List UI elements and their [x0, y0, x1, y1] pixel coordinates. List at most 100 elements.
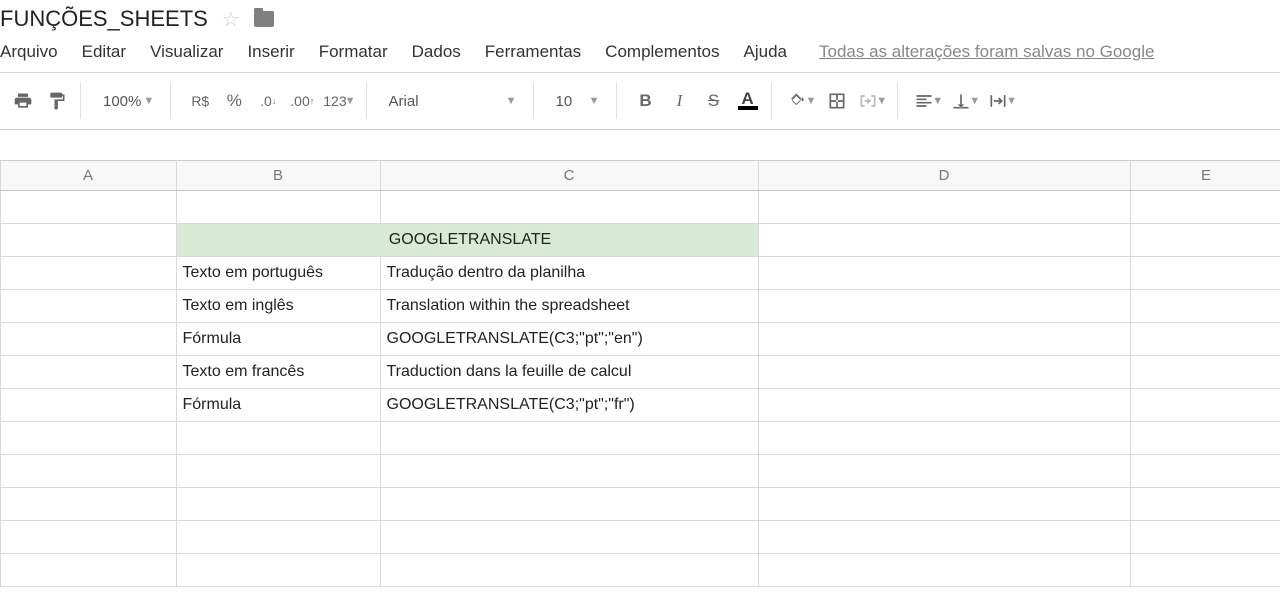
- merge-cells-button[interactable]: ▼: [858, 87, 887, 115]
- cell[interactable]: [758, 356, 1130, 389]
- cell[interactable]: [380, 191, 758, 224]
- cell[interactable]: Fórmula: [176, 389, 380, 422]
- cell[interactable]: Texto em português: [176, 257, 380, 290]
- cell[interactable]: [758, 389, 1130, 422]
- cell[interactable]: [1130, 554, 1280, 587]
- menu-formatar[interactable]: Formatar: [319, 42, 388, 62]
- cell[interactable]: [176, 191, 380, 224]
- cell[interactable]: [0, 356, 176, 389]
- cell[interactable]: [0, 257, 176, 290]
- cell[interactable]: [0, 488, 176, 521]
- cell[interactable]: Fórmula: [176, 323, 380, 356]
- menu-ajuda[interactable]: Ajuda: [744, 42, 787, 62]
- cell[interactable]: [380, 554, 758, 587]
- h-align-button[interactable]: ▼: [914, 87, 943, 115]
- col-header-a[interactable]: A: [0, 161, 176, 191]
- cell[interactable]: [0, 224, 176, 257]
- cell[interactable]: Traduction dans la feuille de calcul: [380, 356, 758, 389]
- cell[interactable]: [1130, 224, 1280, 257]
- cell[interactable]: [0, 290, 176, 323]
- cell[interactable]: [1130, 257, 1280, 290]
- star-icon[interactable]: ☆: [222, 7, 240, 32]
- fill-color-button[interactable]: ▼: [788, 87, 817, 115]
- cell[interactable]: [0, 389, 176, 422]
- cell[interactable]: Texto em inglês: [176, 290, 380, 323]
- cell[interactable]: [1130, 191, 1280, 224]
- cell[interactable]: [380, 488, 758, 521]
- cell[interactable]: [0, 554, 176, 587]
- doc-title[interactable]: FUNÇÕES_SHEETS: [0, 6, 208, 32]
- cell[interactable]: [0, 191, 176, 224]
- cell[interactable]: [380, 455, 758, 488]
- menu-ferramentas[interactable]: Ferramentas: [485, 42, 581, 62]
- cell[interactable]: Texto em francês: [176, 356, 380, 389]
- format-123-button[interactable]: 123 ▼: [323, 87, 355, 115]
- cell[interactable]: [758, 191, 1130, 224]
- cell[interactable]: [176, 455, 380, 488]
- cell[interactable]: [176, 488, 380, 521]
- col-header-c[interactable]: C: [380, 161, 758, 191]
- menu-complementos[interactable]: Complementos: [605, 42, 719, 62]
- col-header-b[interactable]: B: [176, 161, 380, 191]
- cell[interactable]: [758, 323, 1130, 356]
- cell[interactable]: [1130, 356, 1280, 389]
- col-header-e[interactable]: E: [1130, 161, 1280, 191]
- wrap-button[interactable]: ▼: [988, 87, 1017, 115]
- cell[interactable]: [1130, 455, 1280, 488]
- cell-merged-header[interactable]: GOOGLETRANSLATE: [176, 224, 758, 257]
- fontsize-select[interactable]: 10 ▼: [550, 93, 606, 110]
- cell[interactable]: [758, 257, 1130, 290]
- save-status[interactable]: Todas as alterações foram salvas no Goog…: [819, 42, 1154, 62]
- menu-visualizar[interactable]: Visualizar: [150, 42, 223, 62]
- percent-button[interactable]: %: [221, 87, 247, 115]
- menu-arquivo[interactable]: Arquivo: [0, 42, 58, 62]
- menu-inserir[interactable]: Inserir: [247, 42, 294, 62]
- borders-button[interactable]: [824, 87, 850, 115]
- bold-button[interactable]: B: [633, 87, 659, 115]
- strike-button[interactable]: S: [701, 87, 727, 115]
- col-header-d[interactable]: D: [758, 161, 1130, 191]
- text-color-button[interactable]: A: [735, 87, 761, 115]
- fontsize-value: 10: [556, 93, 573, 110]
- cell[interactable]: [758, 488, 1130, 521]
- cell[interactable]: [176, 422, 380, 455]
- folder-icon[interactable]: [254, 11, 274, 27]
- cell[interactable]: [0, 422, 176, 455]
- cell[interactable]: [1130, 521, 1280, 554]
- cell[interactable]: GOOGLETRANSLATE(C3;"pt";"fr"): [380, 389, 758, 422]
- currency-button[interactable]: R$: [187, 87, 213, 115]
- cell[interactable]: [176, 554, 380, 587]
- cell[interactable]: [758, 290, 1130, 323]
- cell[interactable]: [0, 521, 176, 554]
- cell[interactable]: [758, 422, 1130, 455]
- cell[interactable]: [176, 521, 380, 554]
- v-align-button[interactable]: ▼: [951, 87, 980, 115]
- cell[interactable]: [758, 455, 1130, 488]
- cell[interactable]: [1130, 290, 1280, 323]
- menu-editar[interactable]: Editar: [82, 42, 126, 62]
- cell[interactable]: [1130, 488, 1280, 521]
- cell[interactable]: GOOGLETRANSLATE(C3;"pt";"en"): [380, 323, 758, 356]
- spreadsheet-grid[interactable]: A B C D E GOOGLETRANSLATE Texto em portu…: [0, 160, 1280, 587]
- paint-format-icon[interactable]: [44, 87, 70, 115]
- decrease-decimal-button[interactable]: .0↓: [255, 87, 281, 115]
- italic-button[interactable]: I: [667, 87, 693, 115]
- cell[interactable]: [380, 422, 758, 455]
- cell[interactable]: [1130, 389, 1280, 422]
- cell[interactable]: [758, 554, 1130, 587]
- cell[interactable]: [1130, 422, 1280, 455]
- cell[interactable]: [1130, 323, 1280, 356]
- font-select[interactable]: Arial ▼: [383, 93, 523, 110]
- cell[interactable]: [380, 521, 758, 554]
- print-icon[interactable]: [10, 87, 36, 115]
- row-3: Texto em português Tradução dentro da pl…: [0, 257, 1280, 290]
- cell[interactable]: [758, 224, 1130, 257]
- menu-dados[interactable]: Dados: [412, 42, 461, 62]
- cell[interactable]: [0, 455, 176, 488]
- cell[interactable]: Translation within the spreadsheet: [380, 290, 758, 323]
- cell[interactable]: [0, 323, 176, 356]
- zoom-select[interactable]: 100% ▼: [97, 93, 160, 110]
- cell[interactable]: [758, 521, 1130, 554]
- increase-decimal-button[interactable]: .00↑: [289, 87, 315, 115]
- cell[interactable]: Tradução dentro da planilha: [380, 257, 758, 290]
